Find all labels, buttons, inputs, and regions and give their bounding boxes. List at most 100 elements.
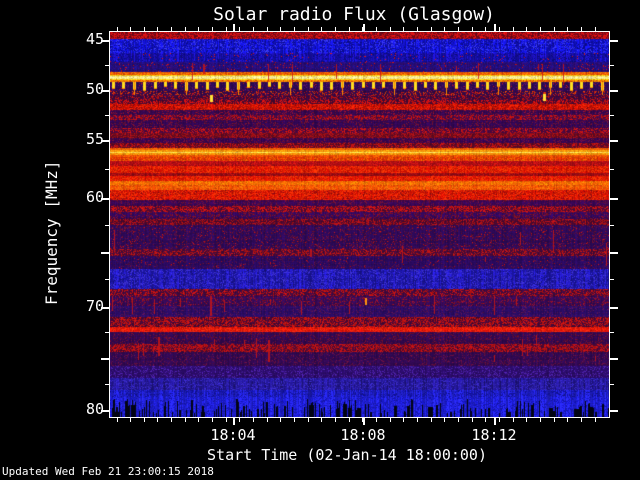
- axis-tick: [130, 27, 131, 31]
- x-tick-label: 18:04: [210, 426, 256, 444]
- axis-tick: [610, 410, 618, 412]
- axis-tick: [390, 418, 391, 422]
- axis-tick: [294, 27, 295, 31]
- axis-tick: [335, 418, 336, 422]
- x-axis-title: Start Time (02-Jan-14 18:00:00): [207, 446, 487, 464]
- y-tick-label: 55: [85, 130, 104, 148]
- plot-title: Solar radio Flux (Glasgow): [213, 4, 495, 25]
- axis-tick: [130, 418, 131, 422]
- axis-tick: [513, 27, 514, 31]
- axis-tick: [376, 418, 377, 422]
- axis-tick: [308, 27, 309, 31]
- axis-tick: [610, 332, 614, 333]
- spectrogram-canvas: [110, 32, 609, 417]
- axis-tick: [171, 27, 172, 31]
- axis-tick: [581, 418, 582, 422]
- axis-tick: [610, 252, 618, 254]
- y-tick-label: 60: [85, 188, 104, 206]
- axis-tick: [494, 24, 496, 31]
- axis-tick: [610, 279, 614, 280]
- axis-tick: [105, 115, 109, 116]
- axis-tick: [239, 27, 240, 31]
- axis-tick: [321, 418, 322, 422]
- axis-tick: [101, 252, 109, 254]
- axis-tick: [610, 384, 614, 385]
- x-tick-label: 18:08: [340, 426, 386, 444]
- axis-tick: [540, 418, 541, 422]
- axis-tick: [431, 418, 432, 422]
- axis-tick: [105, 332, 109, 333]
- axis-tick: [349, 27, 350, 31]
- axis-tick: [403, 418, 404, 422]
- x-tick-label: 18:12: [471, 426, 517, 444]
- axis-tick: [403, 27, 404, 31]
- axis-tick: [444, 27, 445, 31]
- axis-tick: [105, 169, 109, 170]
- axis-tick: [567, 27, 568, 31]
- axis-tick: [349, 418, 350, 422]
- axis-tick: [157, 418, 158, 422]
- axis-tick: [417, 418, 418, 422]
- axis-tick: [494, 418, 496, 425]
- axis-tick: [499, 418, 500, 422]
- axis-tick: [554, 418, 555, 422]
- axis-tick: [144, 27, 145, 31]
- axis-tick: [253, 27, 254, 31]
- axis-tick: [117, 418, 118, 422]
- axis-tick: [458, 27, 459, 31]
- axis-tick: [610, 115, 614, 116]
- axis-tick: [485, 418, 486, 422]
- axis-tick: [321, 27, 322, 31]
- axis-tick: [171, 418, 172, 422]
- axis-tick: [458, 418, 459, 422]
- y-axis-title: Frequency [MHz]: [42, 160, 61, 305]
- axis-tick: [105, 65, 109, 66]
- axis-tick: [610, 225, 614, 226]
- axis-tick: [610, 198, 618, 200]
- axis-tick: [280, 27, 281, 31]
- axis-tick: [198, 27, 199, 31]
- axis-tick: [198, 418, 199, 422]
- axis-tick: [610, 169, 614, 170]
- axis-tick: [390, 27, 391, 31]
- axis-tick: [105, 225, 109, 226]
- axis-tick: [363, 418, 365, 425]
- axis-tick: [595, 418, 596, 422]
- axis-tick: [253, 418, 254, 422]
- axis-tick: [610, 307, 618, 309]
- axis-tick: [526, 418, 527, 422]
- axis-tick: [595, 27, 596, 31]
- axis-tick: [363, 24, 365, 31]
- y-tick-label: 45: [85, 30, 104, 48]
- axis-tick: [185, 27, 186, 31]
- axis-tick: [485, 27, 486, 31]
- axis-tick: [105, 279, 109, 280]
- axis-tick: [335, 27, 336, 31]
- axis-tick: [610, 65, 614, 66]
- axis-tick: [233, 418, 235, 425]
- axis-tick: [526, 27, 527, 31]
- axis-tick: [472, 27, 473, 31]
- axis-tick: [554, 27, 555, 31]
- axis-tick: [294, 418, 295, 422]
- axis-tick: [610, 358, 618, 360]
- axis-tick: [610, 90, 618, 92]
- axis-tick: [610, 40, 618, 42]
- axis-tick: [610, 140, 618, 142]
- axis-tick: [105, 384, 109, 385]
- axis-tick: [267, 27, 268, 31]
- axis-tick: [567, 418, 568, 422]
- spectrogram-screen: Solar radio Flux (Glasgow) 45 50 55 60 70 80 …: [0, 0, 640, 480]
- axis-tick: [581, 27, 582, 31]
- axis-tick: [472, 418, 473, 422]
- axis-tick: [431, 27, 432, 31]
- axis-tick: [280, 418, 281, 422]
- y-tick-label: 70: [85, 297, 104, 315]
- axis-tick: [444, 418, 445, 422]
- axis-tick: [376, 27, 377, 31]
- axis-tick: [212, 418, 213, 422]
- axis-tick: [308, 418, 309, 422]
- y-tick-label: 80: [85, 400, 104, 418]
- axis-tick: [117, 27, 118, 31]
- axis-tick: [233, 24, 235, 31]
